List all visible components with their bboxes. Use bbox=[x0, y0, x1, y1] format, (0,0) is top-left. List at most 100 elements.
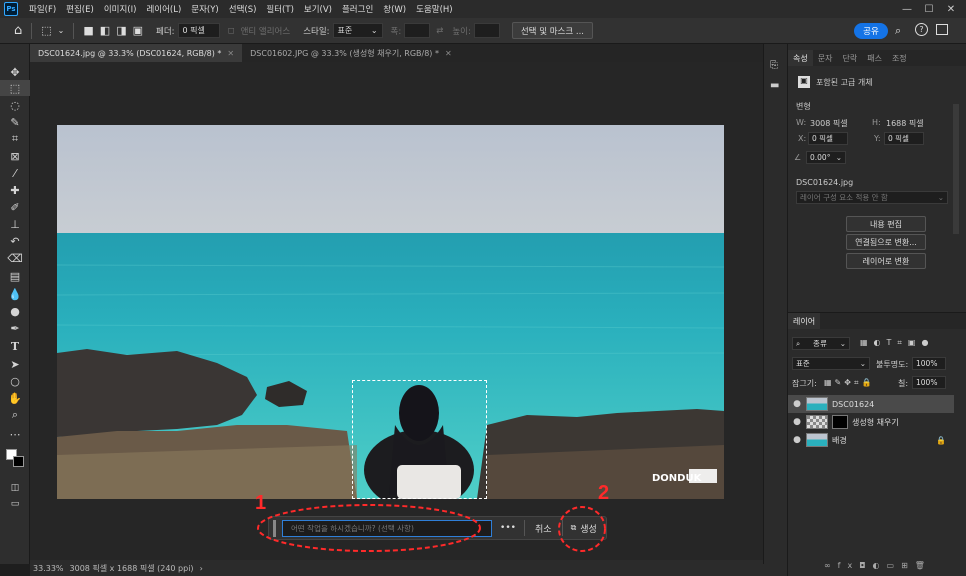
opacity-input[interactable]: 100% bbox=[912, 357, 946, 370]
share-button[interactable]: 공유 bbox=[854, 23, 888, 39]
gradient-tool-icon[interactable]: ▤ bbox=[0, 268, 30, 284]
history-panel-icon[interactable]: ⎘ bbox=[770, 60, 778, 71]
y-input[interactable]: 0 픽셀 bbox=[884, 132, 924, 145]
tab-paragraph[interactable]: 단락 bbox=[837, 50, 862, 66]
marquee-preset-icon[interactable]: ⬚ bbox=[41, 24, 51, 37]
quick-mask-icon[interactable]: ◫ bbox=[0, 480, 30, 496]
width-input[interactable] bbox=[404, 23, 431, 38]
zoom-tool-icon[interactable]: ⌕ bbox=[0, 407, 30, 423]
layer-filter-icons[interactable]: ▦◐T⌗▣● bbox=[860, 338, 934, 348]
antialias-checkbox[interactable]: ◻ bbox=[228, 26, 235, 36]
workspace-icon[interactable] bbox=[936, 24, 948, 35]
menu-help[interactable]: 도움말(H) bbox=[411, 3, 457, 15]
layer-thumbnail bbox=[806, 415, 828, 429]
move-tool-icon[interactable]: ✥ bbox=[0, 64, 30, 80]
tab-dsc01624[interactable]: DSC01624.jpg @ 33.3% (DSC01624, RGB/8) *… bbox=[30, 44, 243, 62]
edit-contents-button[interactable]: 내용 편집 bbox=[846, 216, 926, 232]
menu-window[interactable]: 창(W) bbox=[378, 3, 411, 15]
blend-mode-select[interactable]: 표준 ⌄ bbox=[792, 357, 870, 370]
background-color-swatch[interactable] bbox=[13, 456, 24, 467]
visibility-eye-icon[interactable]: ● bbox=[788, 435, 806, 445]
feather-input[interactable]: 0 픽셀 bbox=[177, 23, 220, 38]
height-input[interactable] bbox=[473, 23, 500, 38]
layer-row[interactable]: ● 배경 🔒 bbox=[788, 431, 954, 449]
layer-thumbnail bbox=[806, 397, 828, 411]
lasso-tool-icon[interactable]: ◌ bbox=[0, 97, 30, 113]
fill-input[interactable]: 100% bbox=[912, 376, 946, 389]
selection-marquee[interactable] bbox=[352, 380, 487, 499]
lock-icons[interactable]: ▦✎✥⌗🔒 bbox=[824, 378, 874, 388]
menu-edit[interactable]: 편집(E) bbox=[61, 3, 99, 15]
menu-file[interactable]: 파일(F) bbox=[24, 3, 61, 15]
convert-to-layers-button[interactable]: 레이어로 변환 bbox=[846, 253, 926, 269]
layer-row[interactable]: ● 생성형 채우기 bbox=[788, 413, 954, 431]
tab-layers[interactable]: 레이어 bbox=[788, 313, 821, 329]
type-tool-icon[interactable]: T bbox=[0, 338, 30, 354]
eyedropper-tool-icon[interactable]: ⁄ bbox=[0, 165, 30, 181]
rectangle-tool-icon[interactable]: ○ bbox=[0, 373, 30, 389]
tab-paths[interactable]: 패스 bbox=[862, 50, 887, 66]
path-select-icon[interactable]: ➤ bbox=[0, 356, 30, 372]
x-input[interactable]: 0 픽셀 bbox=[808, 132, 848, 145]
menu-view[interactable]: 보기(V) bbox=[299, 3, 337, 15]
tab-dsc01602[interactable]: DSC01602.JPG @ 33.3% (생성형 채우기, RGB/8) * ✕ bbox=[242, 44, 460, 62]
crop-tool-icon[interactable]: ⌗ bbox=[0, 131, 30, 147]
menu-plugins[interactable]: 플러그인 bbox=[337, 3, 378, 15]
menu-type[interactable]: 문자(Y) bbox=[186, 3, 223, 15]
search-icon: ⌕ bbox=[796, 338, 801, 348]
brush-tool-icon[interactable]: ✐ bbox=[0, 199, 30, 215]
dodge-tool-icon[interactable]: ● bbox=[0, 303, 30, 319]
properties-scrollbar[interactable] bbox=[953, 104, 959, 234]
healing-brush-icon[interactable]: ✚ bbox=[0, 182, 30, 198]
new-selection-icon[interactable]: ■ bbox=[83, 24, 93, 37]
convert-to-linked-button[interactable]: 연결됨으로 변환... bbox=[846, 234, 926, 250]
visibility-eye-icon[interactable]: ● bbox=[788, 399, 806, 409]
quick-select-tool-icon[interactable]: ✎ bbox=[0, 114, 30, 130]
tab-label: DSC01602.JPG @ 33.3% (생성형 채우기, RGB/8) * bbox=[250, 48, 439, 58]
select-and-mask-button[interactable]: 선택 및 마스크 ... bbox=[511, 22, 593, 39]
menu-layer[interactable]: 레이어(L) bbox=[141, 3, 186, 15]
style-select[interactable]: 표준 ⌄ bbox=[332, 23, 383, 38]
angle-input[interactable]: 0.00° ⌄ bbox=[806, 151, 846, 164]
chevron-down-icon[interactable]: ⌄ bbox=[58, 26, 65, 35]
maximize-button[interactable]: ☐ bbox=[918, 0, 940, 18]
swap-icon[interactable]: ⇄ bbox=[436, 26, 443, 36]
tab-character[interactable]: 문자 bbox=[813, 50, 838, 66]
minimize-button[interactable]: — bbox=[896, 0, 918, 18]
pen-tool-icon[interactable]: ✒ bbox=[0, 320, 30, 336]
layer-filter-value: 종류 bbox=[813, 339, 827, 348]
close-icon[interactable]: ✕ bbox=[227, 49, 234, 58]
marquee-tool-icon[interactable]: ⬚ bbox=[0, 80, 30, 96]
layer-row[interactable]: ● DSC01624 bbox=[788, 395, 954, 413]
search-icon[interactable]: ⌕ bbox=[895, 24, 901, 38]
subtract-selection-icon[interactable]: ◨ bbox=[116, 24, 126, 37]
zoom-level[interactable]: 33.33% bbox=[33, 564, 64, 573]
close-icon[interactable]: ✕ bbox=[445, 49, 452, 58]
menu-filter[interactable]: 필터(T) bbox=[261, 3, 298, 15]
layer-filter-select[interactable]: ⌕ 종류 ⌄ bbox=[792, 337, 850, 350]
frame-tool-icon[interactable]: ⊠ bbox=[0, 148, 30, 164]
eraser-tool-icon[interactable]: ⌫ bbox=[0, 250, 30, 266]
close-button[interactable]: ✕ bbox=[940, 0, 962, 18]
menu-image[interactable]: 이미지(I) bbox=[99, 3, 142, 15]
blur-tool-icon[interactable]: 💧 bbox=[0, 286, 30, 302]
layer-comp-select[interactable]: 레이어 구성 요소 적용 안 함 ⌄ bbox=[796, 191, 948, 204]
help-icon[interactable]: ? bbox=[915, 23, 928, 36]
more-tools-icon[interactable]: ⋯ bbox=[0, 426, 30, 442]
stamp-tool-icon[interactable]: ⊥ bbox=[0, 216, 30, 232]
document-tabs: DSC01624.jpg @ 33.3% (DSC01624, RGB/8) *… bbox=[30, 44, 787, 62]
comments-panel-icon[interactable]: ▬ bbox=[770, 80, 779, 91]
tab-properties[interactable]: 속성 bbox=[788, 50, 813, 66]
add-selection-icon[interactable]: ◧ bbox=[100, 24, 110, 37]
x-label: X: bbox=[798, 134, 807, 143]
history-brush-icon[interactable]: ↶ bbox=[0, 233, 30, 249]
chevron-right-icon[interactable]: › bbox=[200, 564, 203, 573]
menu-select[interactable]: 선택(S) bbox=[224, 3, 262, 15]
layer-actions[interactable]: ∞fx◘◐▭⊞🗑 bbox=[824, 561, 932, 570]
tab-adjustments[interactable]: 조정 bbox=[887, 50, 912, 66]
visibility-eye-icon[interactable]: ● bbox=[788, 417, 806, 427]
home-icon[interactable]: ⌂ bbox=[14, 23, 22, 38]
screen-mode-icon[interactable]: ▭ bbox=[0, 496, 30, 512]
intersect-selection-icon[interactable]: ▣ bbox=[133, 24, 143, 37]
hand-tool-icon[interactable]: ✋ bbox=[0, 390, 30, 406]
